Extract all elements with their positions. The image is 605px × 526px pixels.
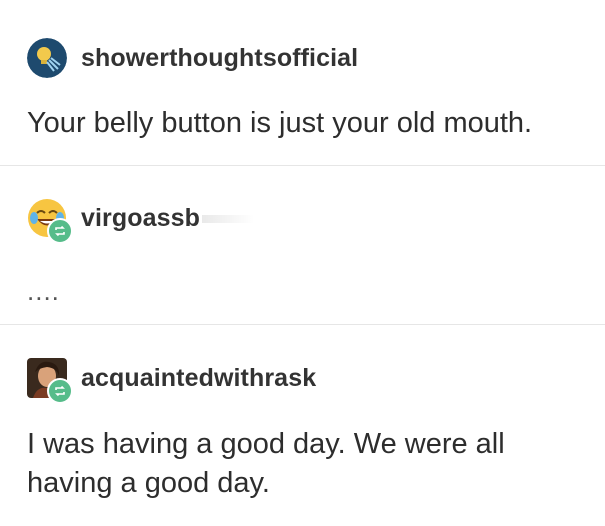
post-text: I was having a good day. We were all hav… xyxy=(27,425,505,503)
shower-lightbulb-icon xyxy=(27,38,67,78)
username[interactable]: acquaintedwithrask xyxy=(81,364,316,393)
reblog-icon xyxy=(47,378,73,404)
post-text: Your belly button is just your old mouth… xyxy=(27,107,533,139)
username[interactable]: showerthoughtsofficial xyxy=(81,44,358,73)
avatar[interactable] xyxy=(27,38,67,78)
post-text: .... xyxy=(27,276,60,306)
redaction-smudge xyxy=(202,214,255,223)
post-text-line: having a good day. xyxy=(27,467,270,499)
post-header: showerthoughtsofficial xyxy=(27,36,358,80)
divider xyxy=(0,165,605,166)
post-header: acquaintedwithrask xyxy=(27,356,316,404)
avatar[interactable] xyxy=(27,198,73,244)
post-header: virgoassb xyxy=(27,196,255,244)
reblog-icon xyxy=(47,218,73,244)
avatar[interactable] xyxy=(27,358,73,404)
divider xyxy=(0,324,605,325)
post-text-line: I was having a good day. We were all xyxy=(27,428,505,460)
username[interactable]: virgoassb xyxy=(81,204,255,233)
